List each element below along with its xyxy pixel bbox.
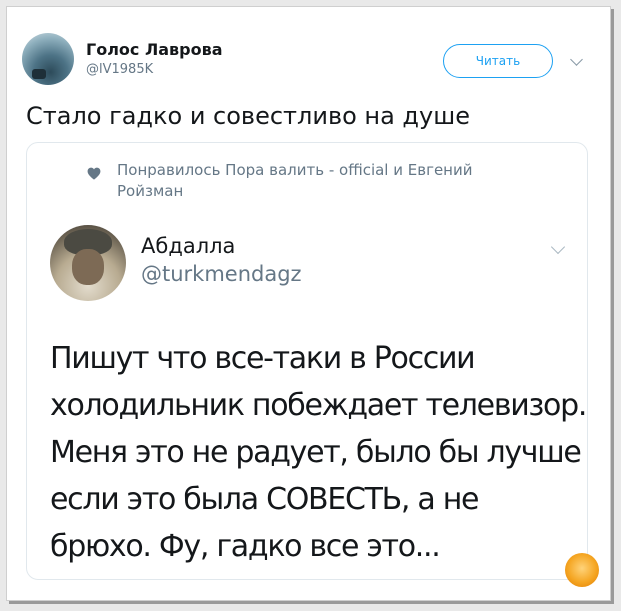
follow-button[interactable]: Читать [443,44,553,78]
author-avatar[interactable] [22,33,74,85]
author-name[interactable]: Голос Лаврова [86,40,223,59]
quoted-text-line: Меня это не радует, было бы лучше [50,435,582,470]
liked-by-text: Понравилось Пора валить - official и Евг… [117,161,473,200]
quoted-author-name[interactable]: Абдалла [141,234,235,258]
quoted-author-avatar[interactable] [50,225,126,301]
tweet-text: Стало гадко и совестливо на душе [26,102,470,130]
quoted-text-line: брюхо. Фу, гадко все это... [50,529,441,564]
quoted-tweet-text: Пишут что все-таки в России холодильник … [50,335,587,570]
avatar-face [72,249,104,285]
quoted-author-handle[interactable]: @turkmendagz [141,262,302,286]
quoted-text-line: если это была СОВЕСТЬ, а не [50,482,479,517]
watermark-logo [565,553,599,587]
author-handle[interactable]: @lV1985K [86,62,153,77]
heart-icon [87,167,101,180]
quoted-text-line: холодильник побеждает телевизор. [50,388,587,423]
quoted-text-line: Пишут что все-таки в России [50,341,476,376]
